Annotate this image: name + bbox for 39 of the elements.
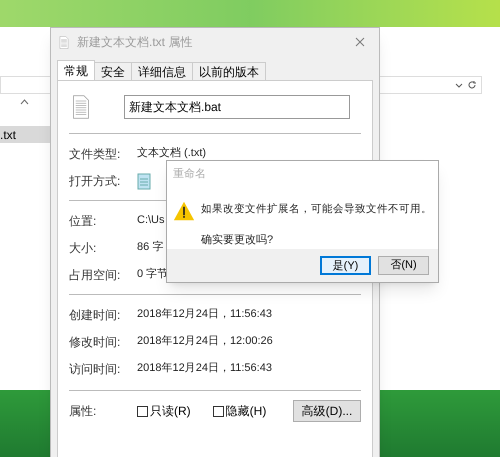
file-row[interactable]: .txt (0, 126, 50, 143)
property-label: 属性: (69, 403, 98, 420)
tab[interactable]: 以前的版本 (193, 62, 266, 80)
property-label: 占用空间: (69, 266, 122, 284)
close-icon[interactable] (355, 37, 365, 47)
property-label: 大小: (69, 240, 98, 256)
document-icon (59, 36, 69, 48)
dialog-title: 重命名 (172, 167, 207, 182)
property-value: 2018年12月24日，11:56:43 (137, 307, 272, 322)
warning-message: 如果改变文件扩展名，可能会导致文件不可用。 (201, 202, 432, 217)
checkbox-label: 隐藏(H) (226, 403, 266, 420)
file-name-field[interactable]: 新建文本文档.bat (124, 95, 350, 119)
property-value: 2018年12月24日，12:00:26 (137, 334, 273, 350)
checkbox[interactable] (212, 406, 224, 416)
notepad-icon (137, 172, 151, 190)
property-label: 修改时间: (69, 334, 122, 350)
tab[interactable]: 常规 (57, 60, 95, 80)
property-value: 文本文档 (.txt) (137, 146, 206, 162)
property-label: 文件类型: (69, 146, 122, 162)
checkbox-label: 只读(R) (150, 403, 191, 420)
tab[interactable]: 安全 (95, 62, 132, 80)
property-label: 位置: (69, 212, 98, 230)
checkbox[interactable] (137, 406, 148, 416)
dialog-button[interactable]: 否(N) (378, 256, 429, 275)
property-value: 86 字 (137, 240, 164, 256)
confirm-question: 确实要更改吗? (201, 232, 274, 248)
dropdown-icon[interactable] (455, 82, 463, 88)
tab[interactable]: 详细信息 (132, 62, 193, 80)
property-value: 2018年12月24日，11:56:43 (137, 361, 272, 376)
property-value: C:\Us (137, 213, 164, 228)
window-title: 新建文本文档.txt 属性 (77, 34, 194, 51)
property-label: 打开方式: (69, 172, 122, 190)
refresh-icon[interactable] (467, 80, 477, 90)
dialog-button[interactable]: 是(Y) (320, 256, 371, 275)
property-label: 创建时间: (69, 306, 122, 324)
advanced-button[interactable]: 高级(D)... (293, 400, 361, 422)
property-label: 访问时间: (69, 360, 122, 378)
document-icon (72, 95, 90, 119)
property-value: 0 字节 (137, 266, 168, 282)
